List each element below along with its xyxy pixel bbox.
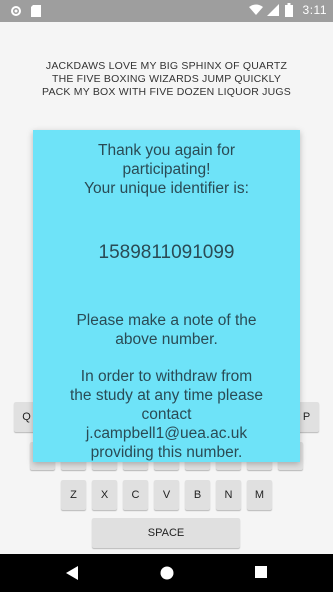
navigation-bar — [0, 554, 333, 592]
pangram-line: PACK MY BOX WITH FIVE DOZEN LIQUOR JUGS — [42, 86, 291, 98]
thanks-line-1: Thank you again for — [97, 142, 235, 159]
home-icon[interactable] — [159, 565, 175, 586]
withdraw-line-1: In order to withdraw from — [80, 368, 253, 385]
key-x[interactable]: X — [92, 480, 117, 510]
back-icon[interactable] — [65, 565, 79, 586]
thanks-line-2: participating! — [122, 161, 211, 178]
withdraw-line-4: providing this number. — [90, 444, 243, 461]
key-n[interactable]: N — [216, 480, 241, 510]
thank-you-dialog: Thank you again for participating! Your … — [33, 130, 300, 462]
wifi-icon — [248, 3, 263, 17]
key-m[interactable]: M — [247, 480, 272, 510]
pangram-text: JACKDAWS LOVE MY BIG SPHINX OF QUARTZ TH… — [0, 60, 333, 99]
key-z[interactable]: Z — [61, 480, 86, 510]
note-line-1: Please make a note of the — [76, 312, 257, 329]
space-key[interactable]: SPACE — [92, 518, 240, 548]
unique-identifier: 1589811091099 — [98, 242, 235, 263]
pangram-line: JACKDAWS LOVE MY BIG SPHINX OF QUARTZ — [45, 60, 288, 72]
recents-icon[interactable] — [254, 565, 268, 584]
contact-email: j.campbell1@uea.ac.uk — [85, 425, 248, 442]
withdraw-line-3: contact — [141, 406, 192, 423]
sd-card-icon — [30, 4, 42, 18]
note-line-2: above number. — [115, 331, 218, 348]
identifier-intro: Your unique identifier is: — [84, 180, 249, 197]
key-c[interactable]: C — [123, 480, 148, 510]
signal-icon — [266, 3, 279, 17]
status-bar: 3:11 — [0, 0, 333, 22]
battery-icon — [284, 3, 297, 17]
withdraw-line-2: the study at any time please — [69, 387, 263, 404]
clock-time: 3:11 — [302, 3, 327, 17]
pangram-line: THE FIVE BOXING WIZARDS JUMP QUICKLY — [51, 73, 282, 85]
key-v[interactable]: V — [154, 480, 179, 510]
settings-icon — [10, 4, 22, 18]
key-b[interactable]: B — [185, 480, 210, 510]
